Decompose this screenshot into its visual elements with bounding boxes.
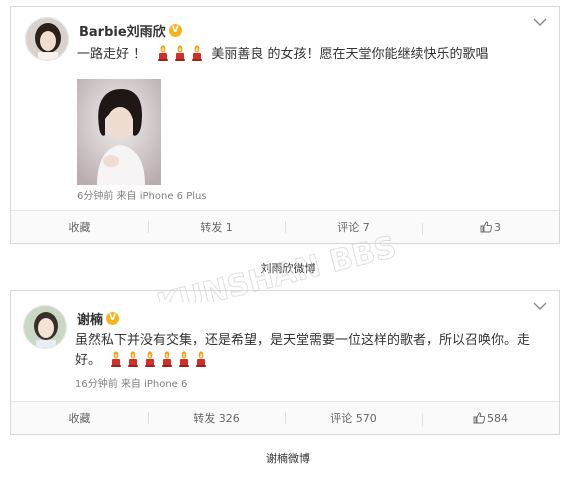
- favorite-label: 收藏: [68, 412, 91, 425]
- comment-button[interactable]: 评论 7: [285, 219, 422, 235]
- candle-icon: [177, 351, 191, 367]
- verified-badge-icon: V: [168, 24, 182, 37]
- post-text: 一路走好 ！ 美丽善良 的女孩！愿在天堂你能继续快乐的歌唱: [77, 43, 489, 67]
- author-avatar[interactable]: [23, 305, 67, 349]
- repost-label: 转发 1: [200, 221, 233, 234]
- candle-icons: [156, 47, 211, 62]
- author-name[interactable]: 谢楠: [77, 309, 103, 328]
- comment-label: 评论 7: [337, 221, 370, 234]
- post-text: 好。: [75, 349, 211, 373]
- repost-label: 转发 326: [193, 412, 240, 425]
- comment-label: 评论 570: [330, 412, 377, 425]
- candle-icon: [143, 351, 157, 367]
- candle-icon: [109, 351, 123, 367]
- repost-button[interactable]: 转发 326: [148, 410, 285, 426]
- weibo-post-card: Barbie刘雨欣 V 一路走好 ！ 美丽善良 的女孩！愿在天堂你能继续快乐的歌…: [10, 6, 560, 244]
- post-photo[interactable]: [77, 79, 161, 185]
- action-bar: 收藏 转发 1 评论 7 3: [11, 210, 559, 243]
- candle-icon: [194, 351, 208, 367]
- candle-icons: [109, 353, 211, 368]
- candle-icon: [160, 351, 174, 367]
- like-count: 3: [494, 220, 501, 234]
- weibo-post-card: 谢楠 V 虽然私下并没有交集，还是希望，是天堂需要一位这样的歌者，所以召唤你。走…: [10, 290, 560, 435]
- candle-icon: [173, 45, 187, 61]
- post-meta: 16分钟前 来自 iPhone 6: [75, 379, 188, 390]
- caption: 谢楠微博: [266, 452, 310, 465]
- repost-button[interactable]: 转发 1: [148, 219, 285, 235]
- comment-button[interactable]: 评论 570: [285, 410, 422, 426]
- like-button[interactable]: 3: [422, 220, 559, 235]
- action-bar: 收藏 转发 326 评论 570 584: [11, 401, 559, 434]
- favorite-button[interactable]: 收藏: [11, 410, 148, 426]
- favorite-label: 收藏: [68, 221, 91, 234]
- thumbs-up-icon: [473, 412, 485, 424]
- author-name[interactable]: Barbie刘雨欣: [79, 21, 166, 40]
- like-button[interactable]: 584: [422, 411, 559, 426]
- candle-icon: [126, 351, 140, 367]
- verified-badge-icon: V: [106, 312, 120, 325]
- chevron-down-icon[interactable]: [533, 17, 547, 27]
- favorite-button[interactable]: 收藏: [11, 219, 148, 235]
- post-text-part: 好。: [75, 353, 102, 368]
- post-meta: 6分钟前 来自 iPhone 6 Plus: [77, 191, 207, 202]
- author-avatar[interactable]: [25, 17, 69, 61]
- post-text-part: 美丽善良 的女孩！愿在天堂你能继续快乐的歌唱: [211, 47, 489, 62]
- candle-icon: [156, 45, 170, 61]
- candle-icon: [190, 45, 204, 61]
- chevron-down-icon[interactable]: [533, 301, 547, 311]
- thumbs-up-icon: [480, 221, 492, 233]
- caption: 刘雨欣微博: [260, 262, 316, 275]
- post-text-part: 一路走好 ！: [77, 47, 147, 62]
- like-count: 584: [487, 411, 508, 425]
